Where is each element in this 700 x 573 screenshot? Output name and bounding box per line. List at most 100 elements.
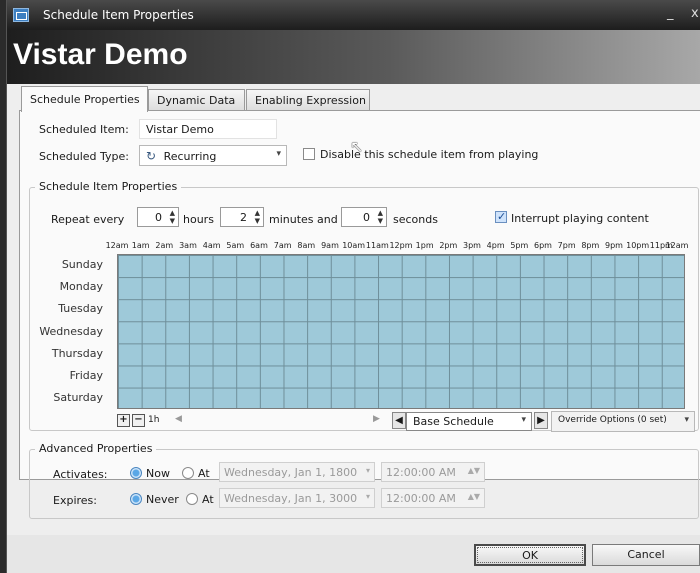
scroll-right-icon[interactable]: ▶ bbox=[373, 414, 380, 424]
title-bar[interactable]: Schedule Item Properties _ x bbox=[7, 0, 700, 30]
zoom-out-button[interactable]: − bbox=[132, 414, 145, 427]
expires-date-field[interactable]: Wednesday, Jan 1, 3000 ▾ bbox=[219, 488, 375, 508]
next-schedule-button[interactable]: ▶ bbox=[534, 412, 548, 429]
zoom-in-button[interactable]: + bbox=[117, 414, 130, 427]
mouse-cursor-icon: ↖ bbox=[350, 137, 364, 156]
expires-date-value: Wednesday, Jan 1, 3000 bbox=[224, 492, 358, 505]
minimize-button[interactable]: _ bbox=[667, 6, 674, 21]
hour-tick-label: 12pm bbox=[389, 241, 413, 250]
repeat-every-label: Repeat every bbox=[51, 213, 125, 226]
hour-tick-label: 4am bbox=[202, 241, 221, 250]
scheduled-item-label: Scheduled Item: bbox=[39, 123, 129, 136]
day-label: Saturday bbox=[53, 390, 103, 404]
hour-tick-label: 8pm bbox=[581, 241, 600, 250]
header-banner: Vistar Demo bbox=[7, 30, 700, 84]
chevron-down-icon: ▾ bbox=[684, 415, 689, 425]
day-label: Friday bbox=[69, 368, 103, 382]
scheduled-type-select[interactable]: ↻ Recurring ▾ bbox=[139, 145, 287, 166]
prev-schedule-button[interactable]: ◀ bbox=[392, 412, 406, 429]
recurring-icon: ↻ bbox=[146, 149, 157, 163]
activates-label: Activates: bbox=[53, 468, 108, 481]
chevron-down-icon: ▾ bbox=[521, 415, 526, 425]
cancel-button[interactable]: Cancel bbox=[592, 544, 700, 566]
tab-dynamic-data[interactable]: Dynamic Data bbox=[148, 89, 245, 111]
schedule-item-properties-window: Schedule Item Properties _ x Vistar Demo… bbox=[6, 0, 700, 573]
expires-time-value: 12:00:00 AM bbox=[386, 492, 456, 505]
dialog-footer: OK Cancel bbox=[7, 535, 700, 573]
disable-checkbox[interactable] bbox=[303, 148, 315, 160]
expires-label: Expires: bbox=[53, 494, 97, 507]
expires-time-field[interactable]: 12:00:00 AM ▲▼ bbox=[381, 488, 485, 508]
spin-arrows-icon: ▲▼ bbox=[467, 466, 480, 475]
activates-now-label: Now bbox=[146, 467, 170, 480]
tab-enabling-expression[interactable]: Enabling Expression bbox=[246, 89, 370, 111]
activates-at-radio[interactable] bbox=[182, 467, 194, 479]
activates-date-value: Wednesday, Jan 1, 1800 bbox=[224, 466, 358, 479]
hour-tick-label: 6pm bbox=[534, 241, 552, 250]
tab-schedule-properties[interactable]: Schedule Properties bbox=[21, 86, 148, 112]
hour-tick-label: 3am bbox=[179, 241, 197, 250]
hour-tick-label: 1pm bbox=[415, 241, 434, 250]
window-title: Schedule Item Properties bbox=[43, 8, 194, 22]
scroll-left-icon[interactable]: ◀ bbox=[175, 414, 182, 424]
hours-stepper[interactable]: 0 ▲ ▼ bbox=[137, 207, 179, 227]
hour-tick-label: 6am bbox=[250, 241, 268, 250]
minutes-value: 2 bbox=[240, 211, 247, 224]
hour-axis: 12am 1am 2am 3am 4am 5am 6am 7am 8am 9am 10am 11am 1… bbox=[101, 241, 700, 255]
seconds-value: 0 bbox=[363, 211, 370, 224]
activates-at-label: At bbox=[198, 467, 210, 480]
hour-tick-label: 1am bbox=[131, 241, 150, 250]
hour-tick-label: 9am bbox=[321, 241, 339, 250]
hour-tick-label: 8am bbox=[297, 241, 316, 250]
hour-tick-label: 7am bbox=[273, 241, 292, 250]
expires-at-label: At bbox=[202, 493, 214, 506]
override-options-value: Override Options (0 set) bbox=[558, 415, 667, 425]
app-icon bbox=[13, 8, 29, 22]
chevron-down-icon: ▾ bbox=[276, 149, 281, 159]
seconds-label: seconds bbox=[393, 213, 438, 226]
minutes-stepper[interactable]: 2 ▲ ▼ bbox=[220, 207, 264, 227]
day-label: Sunday bbox=[61, 258, 103, 272]
day-label: Thursday bbox=[51, 346, 103, 360]
schedule-select[interactable]: Base Schedule ▾ bbox=[406, 412, 532, 431]
scheduled-type-label: Scheduled Type: bbox=[39, 150, 129, 163]
expires-never-label: Never bbox=[146, 493, 179, 506]
hour-tick-label: 10am bbox=[342, 241, 366, 250]
banner-title: Vistar Demo bbox=[13, 38, 188, 71]
hour-tick-label: 5am bbox=[226, 241, 245, 250]
expires-at-radio[interactable] bbox=[186, 493, 198, 505]
hour-tick-label: 10pm bbox=[626, 241, 650, 250]
activates-date-field[interactable]: Wednesday, Jan 1, 1800 ▾ bbox=[219, 462, 375, 482]
scheduled-type-value: Recurring bbox=[163, 150, 217, 163]
hour-tick-label: 2am bbox=[155, 241, 174, 250]
minutes-label: minutes and bbox=[269, 213, 338, 226]
day-label: Tuesday bbox=[58, 302, 103, 316]
hour-tick-label: 4pm bbox=[486, 241, 505, 250]
advanced-properties-group bbox=[29, 449, 699, 519]
expires-never-radio[interactable] bbox=[130, 493, 142, 505]
timeline-scrollbar[interactable]: ◀ ▶ bbox=[165, 413, 385, 429]
spin-arrows-icon: ▲▼ bbox=[467, 492, 480, 501]
schedule-timeline-grid[interactable] bbox=[117, 254, 685, 409]
interrupt-checkbox[interactable] bbox=[495, 210, 507, 223]
spin-arrows-icon: ▲▼ bbox=[377, 209, 383, 225]
activates-now-radio[interactable] bbox=[130, 467, 142, 479]
close-button[interactable]: x bbox=[691, 6, 699, 21]
hour-tick-label: 12am bbox=[105, 241, 129, 250]
activates-time-field[interactable]: 12:00:00 AM ▲▼ bbox=[381, 462, 485, 482]
hour-tick-label: 7pm bbox=[557, 241, 576, 250]
ok-button[interactable]: OK bbox=[474, 544, 586, 566]
schedule-select-value: Base Schedule bbox=[413, 415, 494, 428]
chevron-down-icon: ▾ bbox=[365, 466, 370, 475]
hour-tick-label: 5pm bbox=[510, 241, 529, 250]
day-label: Monday bbox=[59, 280, 103, 294]
interrupt-label: Interrupt playing content bbox=[511, 212, 649, 225]
chevron-down-icon: ▾ bbox=[365, 492, 370, 501]
seconds-stepper[interactable]: 0 ▲ ▼ bbox=[341, 207, 387, 227]
schedule-item-properties-title: Schedule Item Properties bbox=[35, 180, 182, 193]
hour-tick-label: 2pm bbox=[439, 241, 458, 250]
spin-arrows-icon: ▲▼ bbox=[254, 209, 260, 225]
hour-tick-label: 12am bbox=[665, 241, 689, 250]
scheduled-item-field[interactable]: Vistar Demo bbox=[139, 119, 277, 139]
override-options-select[interactable]: Override Options (0 set) ▾ bbox=[551, 411, 695, 432]
